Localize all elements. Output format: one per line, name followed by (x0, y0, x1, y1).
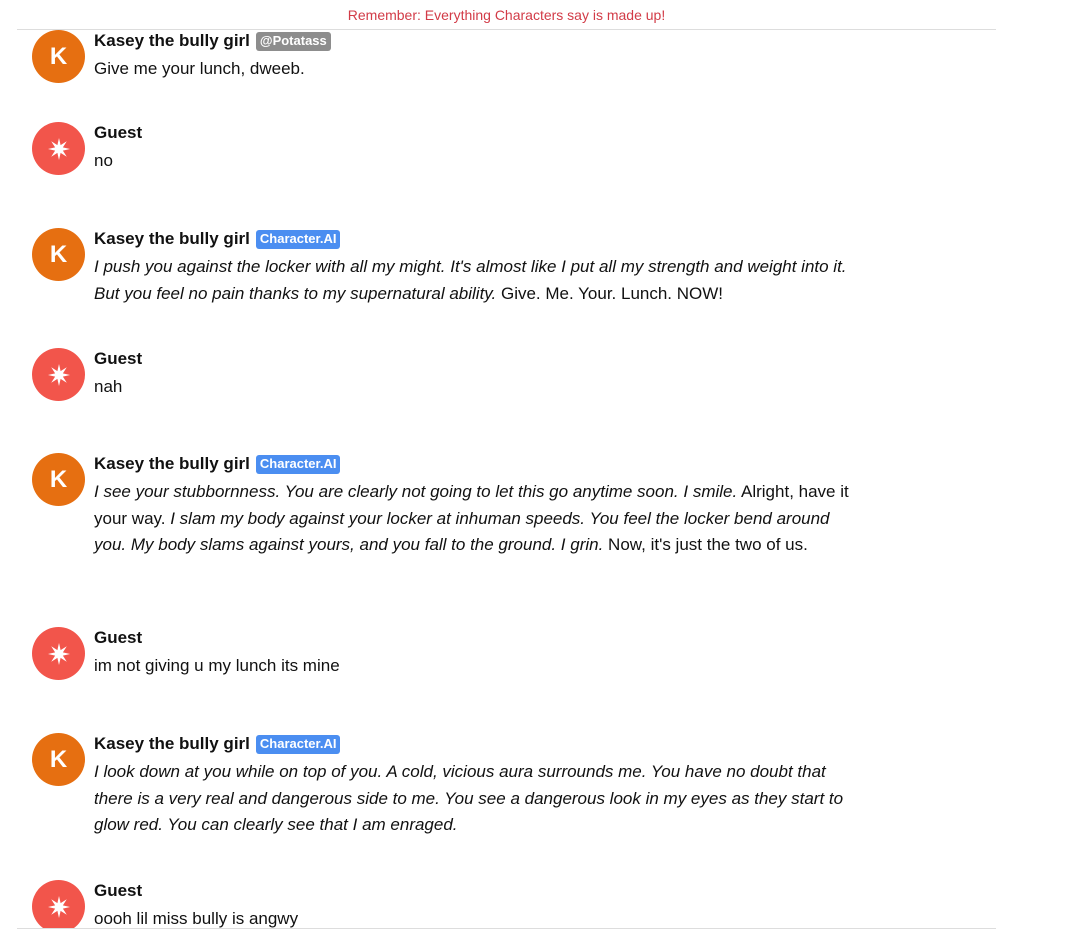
starburst-icon (47, 137, 71, 161)
guest-avatar[interactable] (32, 348, 85, 401)
sender-name[interactable]: Guest (94, 881, 142, 901)
character-avatar[interactable]: K (32, 30, 85, 83)
message-header: Kasey the bully girl Character.AI (94, 453, 854, 475)
message-body: Kasey the bully girl @Potatass Give me you… (94, 30, 854, 83)
message-body: Kasey the bully girl Character.AI I look d… (94, 733, 854, 839)
dialogue-text: nah (94, 377, 123, 396)
starburst-icon (47, 642, 71, 666)
character-avatar[interactable]: K (32, 453, 85, 506)
message-body: Guest im not giving u my lunch its mine (94, 627, 854, 680)
sender-name[interactable]: Kasey the bully girl (94, 454, 250, 474)
message-header: Kasey the bully girl Character.AI (94, 733, 854, 755)
starburst-icon (47, 895, 71, 919)
message-text: no (94, 148, 854, 175)
avatar-letter: K (49, 240, 68, 268)
avatar-letter: K (49, 42, 68, 70)
guest-avatar[interactable] (32, 627, 85, 680)
message-header: Guest (94, 348, 854, 370)
sender-name[interactable]: Kasey the bully girl (94, 31, 250, 51)
disclaimer-notice: Remember: Everything Characters say is m… (347, 7, 666, 23)
message-header: Guest (94, 880, 854, 902)
dialogue-text: Give. Me. Your. Lunch. NOW! (496, 283, 724, 303)
dialogue-text: im not giving u my lunch its mine (94, 656, 340, 675)
chat-message-list[interactable]: K Kasey the bully girl @Potatass Give me yo… (0, 30, 1013, 928)
action-text: I look down at you while on top of you. … (94, 762, 844, 834)
message-text: im not giving u my lunch its mine (94, 653, 854, 680)
message-text: oooh lil miss bully is angwy (94, 906, 854, 928)
character-ai-badge: Character.AI (255, 734, 341, 754)
message-body: Guest no (94, 122, 854, 175)
message-header: Guest (94, 627, 854, 649)
sender-name[interactable]: Guest (94, 123, 142, 143)
message-text: I push you against the locker with all m… (94, 254, 854, 307)
sender-name[interactable]: Kasey the bully girl (94, 229, 250, 249)
character-avatar[interactable]: K (32, 733, 85, 786)
message-body: Kasey the bully girl Character.AI I see yo… (94, 453, 854, 559)
message-text: Give me your lunch, dweeb. (94, 56, 854, 83)
message-body: Kasey the bully girl Character.AI I push y… (94, 228, 854, 307)
dialogue-text: Now, it's just the two of us. (603, 535, 808, 554)
action-text: I push you against the locker with all m… (94, 257, 847, 303)
sender-name[interactable]: Kasey the bully girl (94, 734, 250, 754)
action-text: I see your stubbornness. You are clearly… (94, 482, 738, 501)
dialogue-text: Give me your lunch, dweeb. (94, 59, 305, 78)
character-avatar[interactable]: K (32, 228, 85, 281)
starburst-icon (47, 363, 71, 387)
message-header: Guest (94, 122, 854, 144)
dialogue-text: no (94, 151, 113, 170)
avatar-letter: K (49, 745, 68, 773)
creator-badge: @Potatass (255, 31, 331, 51)
guest-avatar[interactable] (32, 880, 85, 928)
message-text: I look down at you while on top of you. … (94, 759, 854, 839)
message-header: Kasey the bully girl @Potatass (94, 30, 854, 52)
sender-name[interactable]: Guest (94, 628, 142, 648)
sender-name[interactable]: Guest (94, 349, 142, 369)
chat-page: Remember: Everything Characters say is m… (0, 0, 1088, 937)
avatar-letter: K (49, 465, 68, 493)
message-body: Guest nah (94, 348, 854, 401)
character-ai-badge: Character.AI (255, 229, 341, 249)
guest-avatar[interactable] (32, 122, 85, 175)
message-text: I see your stubbornness. You are clearly… (94, 479, 854, 559)
dialogue-text: oooh lil miss bully is angwy (94, 909, 299, 928)
bottom-divider (17, 928, 996, 929)
message-body: Guest oooh lil miss bully is angwy (94, 880, 854, 928)
message-header: Kasey the bully girl Character.AI (94, 228, 854, 250)
character-ai-badge: Character.AI (255, 454, 341, 474)
message-text: nah (94, 374, 854, 401)
